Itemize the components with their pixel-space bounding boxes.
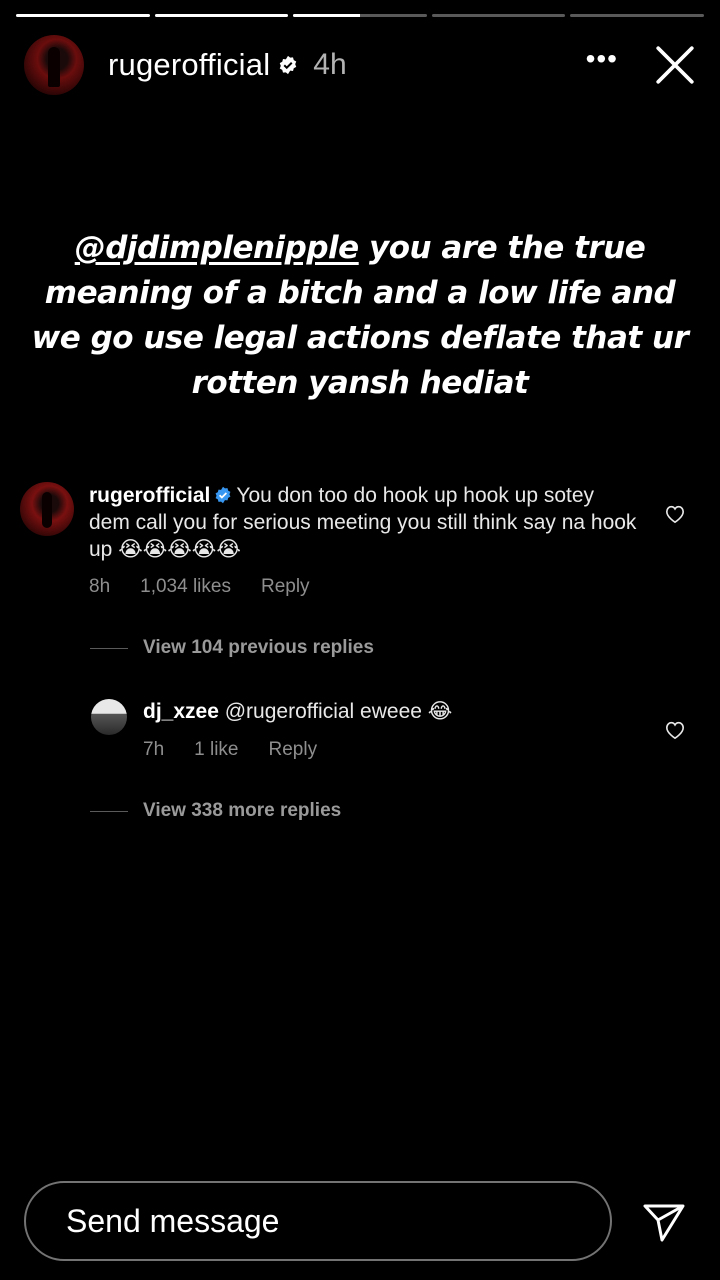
progress-segment-1: [16, 14, 150, 17]
view-more-replies-button[interactable]: View 338 more replies: [90, 800, 341, 822]
heart-icon[interactable]: [664, 720, 686, 740]
comment-time: 8h: [89, 576, 111, 597]
story-mention-link[interactable]: @djdimplenipple: [75, 230, 360, 266]
heart-icon[interactable]: [664, 504, 686, 524]
verified-badge-icon: [280, 55, 297, 75]
story-caption: @djdimplenipple you are the true meaning…: [30, 226, 690, 406]
more-horizontal-icon[interactable]: •••: [586, 45, 618, 73]
progress-segment-2: [154, 14, 289, 17]
comment-meta: 8h 1,034 likes Reply: [89, 576, 310, 598]
comment-username[interactable]: rugerofficial: [89, 484, 210, 507]
verified-badge-icon: [215, 486, 231, 504]
avatar[interactable]: [24, 35, 84, 95]
story-time: 4h: [313, 48, 347, 81]
progress-segment-3: [293, 14, 427, 17]
close-icon[interactable]: [654, 44, 696, 86]
comment-reply-button[interactable]: Reply: [261, 576, 310, 598]
reply-text: @rugerofficial eweee 😂: [224, 700, 453, 723]
view-more-replies-label[interactable]: View 338 more replies: [143, 800, 341, 822]
progress-segment-5: [570, 14, 704, 17]
view-previous-replies-button[interactable]: View 104 previous replies: [90, 637, 374, 659]
story-username[interactable]: rugerofficial: [108, 47, 270, 83]
reply-meta: 7h 1 like Reply: [143, 739, 317, 761]
comment-body: rugerofficial You don too do hook up hook…: [89, 482, 640, 563]
send-message-input[interactable]: [64, 1201, 568, 1241]
message-composer: [24, 1181, 612, 1261]
comment: rugerofficial You don too do hook up hook…: [20, 482, 690, 612]
reply-likes[interactable]: 1 like: [194, 739, 238, 761]
reply-reply-button[interactable]: Reply: [269, 739, 318, 761]
divider: [90, 647, 128, 649]
send-icon[interactable]: [640, 1198, 688, 1246]
story-header: rugerofficial 4h •••: [24, 34, 696, 96]
reply-avatar[interactable]: [91, 699, 127, 735]
story-progress: [16, 14, 704, 17]
progress-segment-4: [431, 14, 566, 17]
reply-body: dj_xzee @rugerofficial eweee 😂: [143, 699, 452, 724]
view-previous-replies-label[interactable]: View 104 previous replies: [143, 637, 374, 659]
comment-avatar[interactable]: [20, 482, 74, 536]
divider: [90, 810, 128, 812]
reply-time: 7h: [143, 739, 165, 760]
reply-username[interactable]: dj_xzee: [143, 700, 219, 723]
comment-likes[interactable]: 1,034 likes: [140, 576, 231, 598]
